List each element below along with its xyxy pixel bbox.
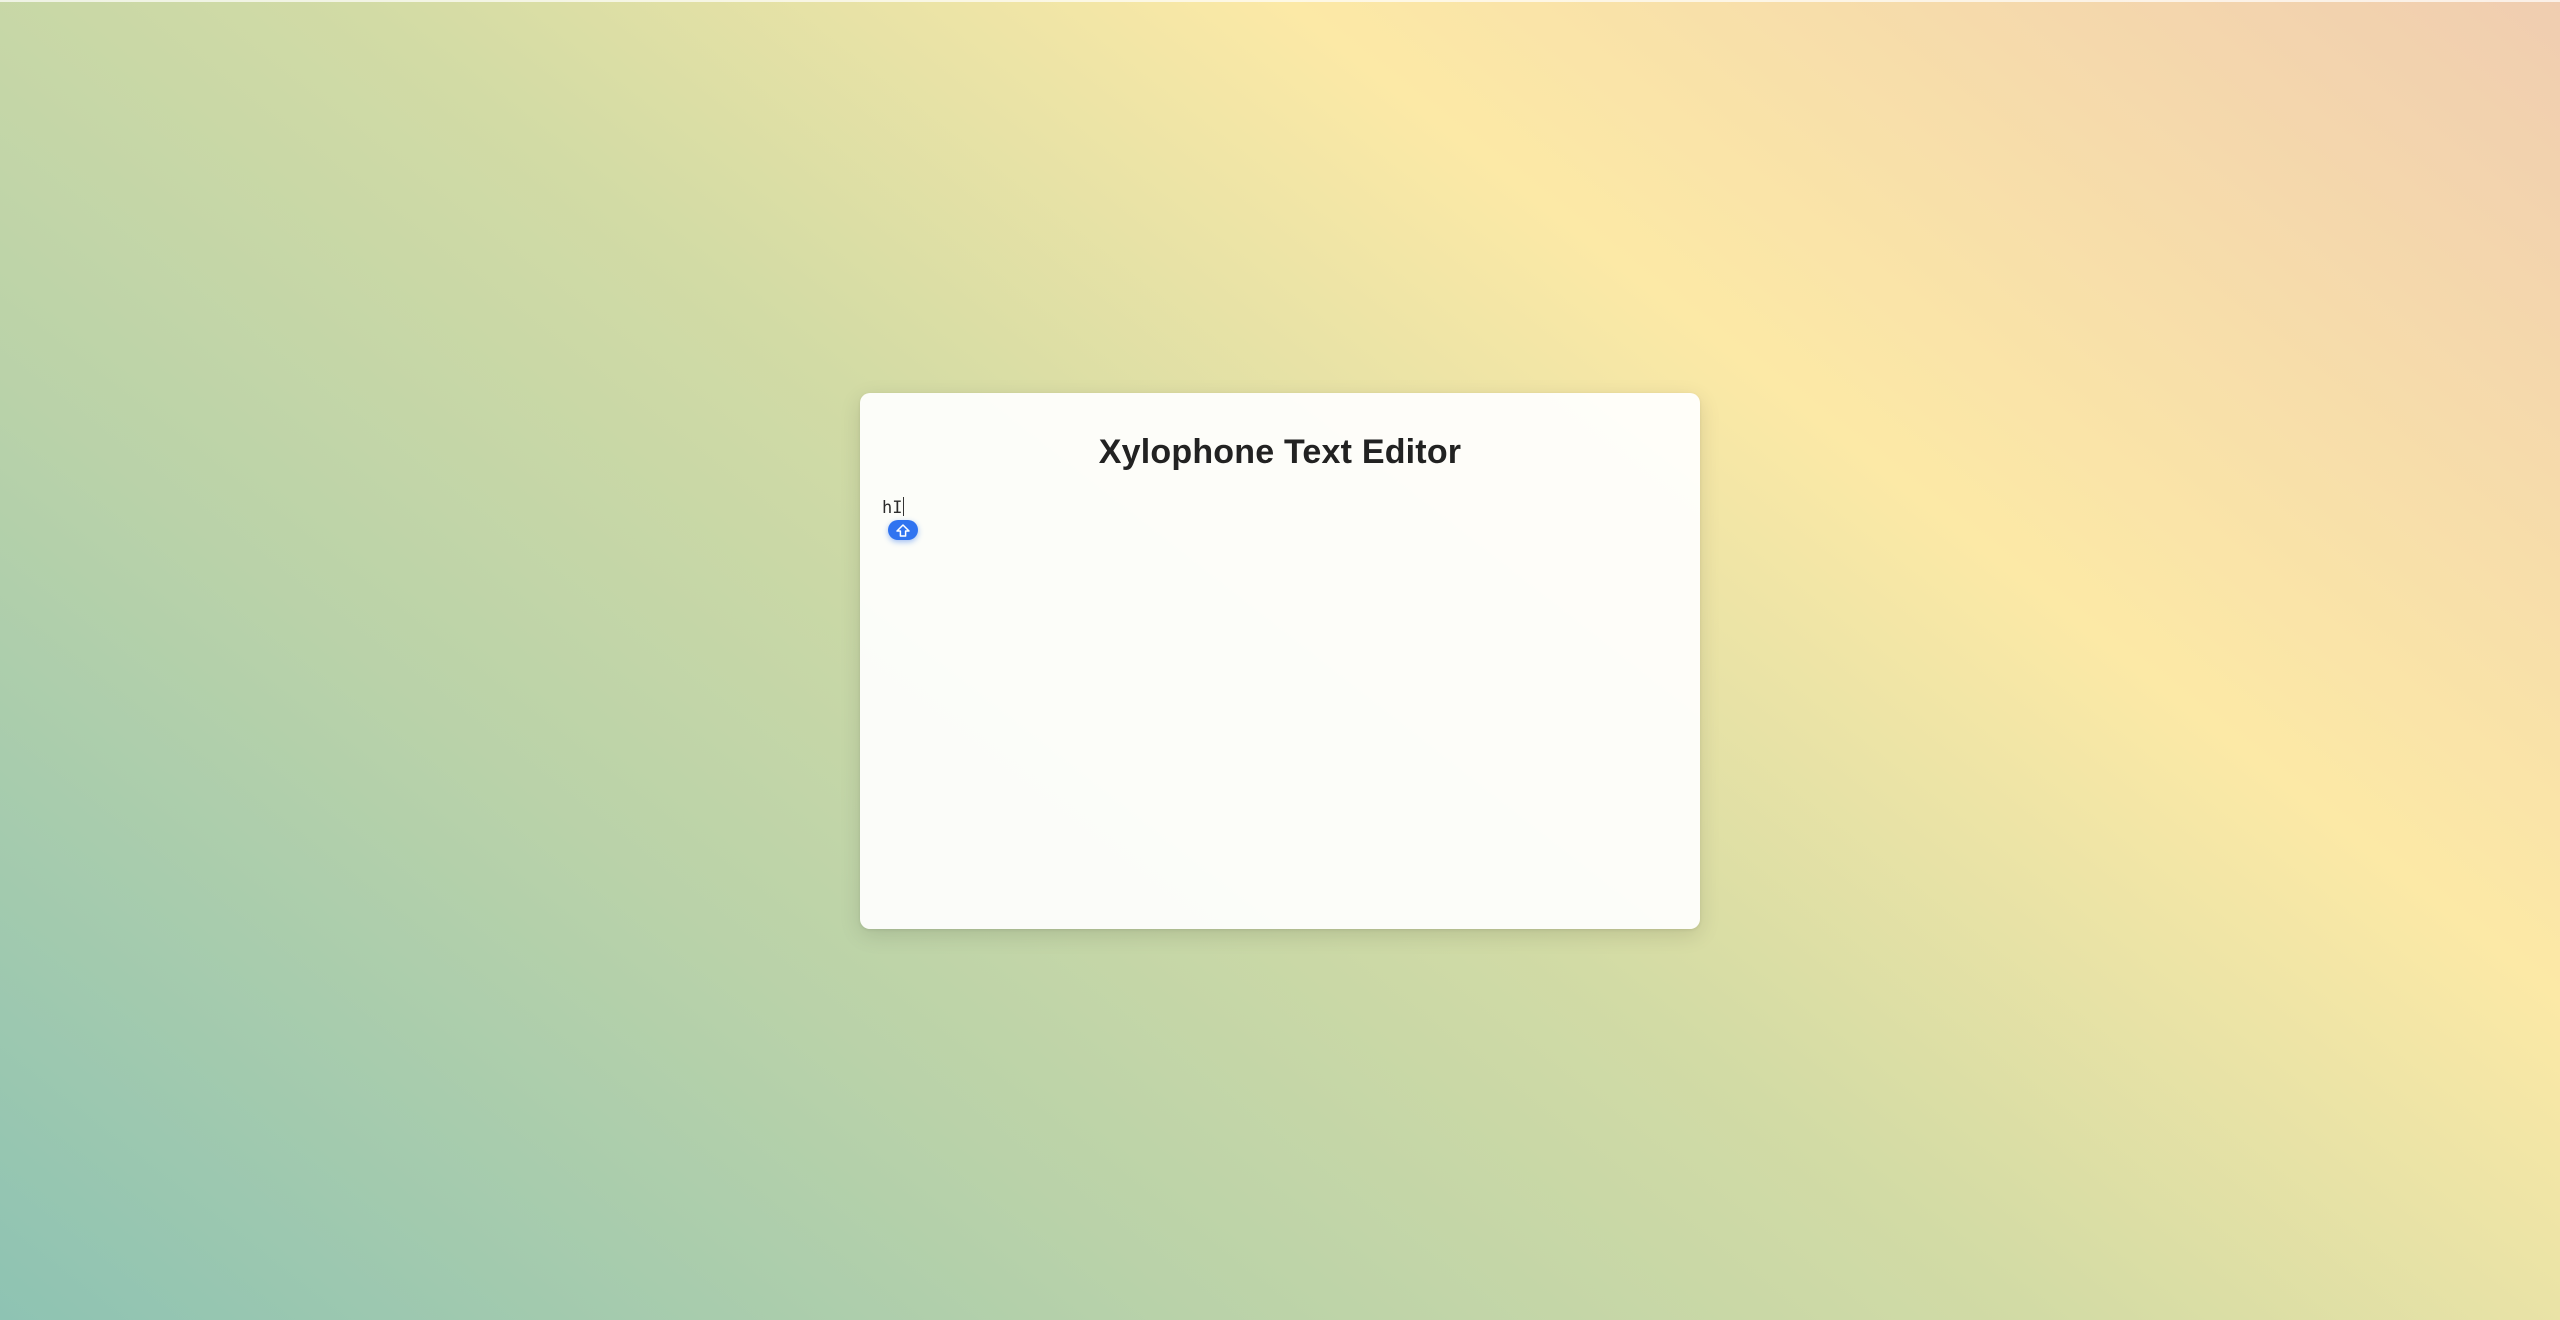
shift-key-icon bbox=[896, 523, 910, 537]
shift-indicator-badge[interactable] bbox=[888, 520, 918, 540]
text-caret bbox=[903, 497, 905, 516]
text-editor-area[interactable]: hI bbox=[882, 497, 1678, 905]
window-top-edge bbox=[0, 0, 2560, 2]
editor-card: Xylophone Text Editor hI bbox=[860, 393, 1700, 929]
page-title: Xylophone Text Editor bbox=[1098, 433, 1462, 471]
editor-line: hI bbox=[882, 497, 905, 518]
editor-text: hI bbox=[882, 498, 903, 518]
